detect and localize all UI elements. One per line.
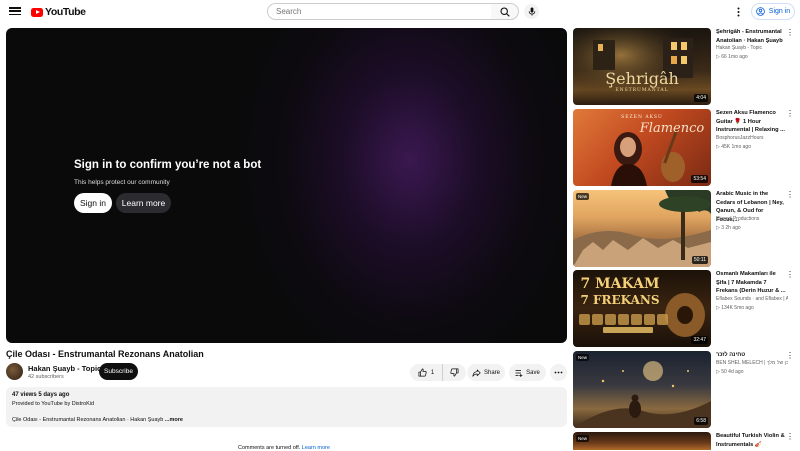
related-video-channel[interactable]: Eflabex Sounds · and Eflabex | Ant... [716,296,788,302]
video-title: Çile Odası - Enstrumantal Rezonans Anato… [6,349,204,359]
related-video-title[interactable]: Osmanlı Makamları ile Şifa | 7 Makamda 7… [716,270,786,296]
video-menu-icon[interactable]: ⋮ [786,270,794,280]
save-button[interactable]: Save [509,364,546,381]
related-video-title[interactable]: Şehrigâh - Enstrumantal Anatolian · Haka… [716,28,786,45]
learn-more-button[interactable]: Learn more [116,193,171,213]
video-thumbnail[interactable]: Şehrigâh ENSTRUMANTAL 4:04 [573,28,711,105]
bot-check-subtitle: This helps protect our community [74,179,170,186]
thumbnail-art [573,28,711,105]
thumbnail-subtitle: 7 FREKANS [580,293,660,307]
voice-search-button[interactable] [524,4,539,19]
description-line-2-text: Çile Odası - Enstrumantal Rezonans Anato… [12,417,164,423]
view-count-date: 47 views 5 days ago [12,392,70,398]
comments-turned-off-note: Comments are turned off. Learn more [238,445,330,451]
comments-off-text: Comments are turned off. [238,445,301,451]
top-bar: YouTube Sign in [0,0,800,24]
logo-text: YouTube [45,6,86,18]
video-menu-icon[interactable]: ⋮ [786,190,794,200]
new-badge: New [576,354,590,361]
video-duration: 50:11 [691,256,708,264]
video-duration: 32:47 [691,336,708,344]
related-video-channel[interactable]: Hakan Şuayb - Topic [716,45,788,51]
search-button[interactable] [491,3,519,20]
thumbnail-subtitle: ENSTRUMANTAL [615,88,669,93]
related-video-channel[interactable]: BEN SHEL MELECH | בן של מלך ... [716,360,788,366]
related-video-meta: ▷ 45K 1mo ago [716,144,751,150]
related-video[interactable]: New Beautiful Turkish Violin & Instrumen… [573,432,796,450]
related-video[interactable]: 7 MAKAM 7 FREKANS 32:47 Osmanlı Makamlar… [573,270,796,347]
search-input[interactable] [267,3,492,20]
video-duration: 4:04 [694,94,708,102]
subscriber-count: 42 subscribers [28,374,64,380]
microphone-icon [528,7,535,16]
channel-avatar[interactable] [6,363,23,380]
related-video-title[interactable]: Beautiful Turkish Violin & Instrumentals… [716,432,786,449]
video-thumbnail[interactable]: New 50:11 [573,190,711,267]
related-video-meta: ▷ 50 4d ago [716,369,744,375]
related-video-meta: ▷ 3 2h ago [716,225,741,231]
related-video[interactable]: New 50:11 Arabic Music in the Cedars of … [573,190,796,267]
description-box[interactable]: 47 views 5 days ago Provided to YouTube … [6,387,567,427]
video-thumbnail[interactable]: New 6:58 [573,351,711,428]
related-video[interactable]: New 6:58 טחינה לזכר BEN SHEL MELECH | בן… [573,351,796,428]
thumbs-down-icon [450,368,459,377]
like-button[interactable]: 1 [410,364,443,381]
video-menu-icon[interactable]: ⋮ [786,28,794,38]
more-actions-button[interactable] [550,364,567,381]
dislike-button[interactable] [443,364,466,381]
new-badge: New [576,435,590,442]
related-video-title[interactable]: טחינה לזכר [716,351,786,360]
thumbnail-art [573,361,711,428]
new-badge: New [576,193,590,200]
video-duration: 6:58 [694,417,708,425]
video-thumbnail[interactable]: SEZEN AKSU Flamenco 53:54 [573,109,711,186]
related-video-meta: ▷ 66 1mo ago [716,54,748,60]
header-sign-in-label: Sign in [768,8,791,15]
subscribe-button[interactable]: Subscribe [99,363,138,380]
more-horizontal-icon [554,371,563,374]
channel-name[interactable]: Hakan Şuayb - Topic [28,364,101,373]
save-label: Save [526,369,540,376]
description-line-1: Provided to YouTube by DistroKid [12,401,95,407]
thumbs-up-icon [418,368,427,377]
description-line-2: Çile Odası - Enstrumantal Rezonans Anato… [12,417,183,423]
menu-icon[interactable] [9,5,21,17]
video-player[interactable]: Sign in to confirm you’re not a bot This… [6,28,567,343]
video-menu-icon[interactable]: ⋮ [786,351,794,361]
video-thumbnail[interactable]: 7 MAKAM 7 FREKANS 32:47 [573,270,711,347]
description-more-link[interactable]: ...more [165,417,183,423]
more-vertical-icon [737,7,739,16]
save-playlist-icon [515,369,523,377]
account-icon [755,7,765,16]
thumbnail-art [573,190,711,267]
like-count: 1 [430,369,435,376]
related-video-meta: ▷ 134K 5mo ago [716,305,754,311]
related-video-title[interactable]: Sezen Aksu Flamenco Guitar 🌹 1 Hour Inst… [716,109,786,135]
share-button[interactable]: Share [467,364,505,381]
thumbnail-title: 7 MAKAM [580,276,660,292]
thumbnail-title: Şehrigâh [605,69,679,88]
player-sign-in-button[interactable]: Sign in [74,193,112,213]
thumbnail-title: Flamenco [639,121,705,136]
related-video[interactable]: Şehrigâh ENSTRUMANTAL 4:04 Şehrigâh - En… [573,28,796,105]
comments-learn-more-link[interactable]: Learn more [302,445,330,451]
youtube-logo[interactable]: YouTube [31,6,86,18]
youtube-play-icon [31,7,43,17]
related-video-channel[interactable]: BosphorusJazzHours [716,135,788,141]
related-video[interactable]: SEZEN AKSU Flamenco 53:54 Sezen Aksu Fla… [573,109,796,186]
related-video-channel[interactable]: Plunod Productions [716,216,788,222]
settings-menu-button[interactable] [733,5,743,18]
video-menu-icon[interactable]: ⋮ [786,109,794,119]
video-duration: 53:54 [691,175,708,183]
search-icon [499,6,510,17]
share-label: Share [483,369,500,376]
share-icon [472,369,481,377]
like-dislike-group: 1 [410,364,466,381]
video-menu-icon[interactable]: ⋮ [786,432,794,442]
bot-check-title: Sign in to confirm you’re not a bot [74,159,262,171]
thumbnail-subtitle: SEZEN AKSU [621,115,663,120]
header-sign-in-button[interactable]: Sign in [751,3,795,20]
video-thumbnail[interactable]: New [573,432,711,450]
